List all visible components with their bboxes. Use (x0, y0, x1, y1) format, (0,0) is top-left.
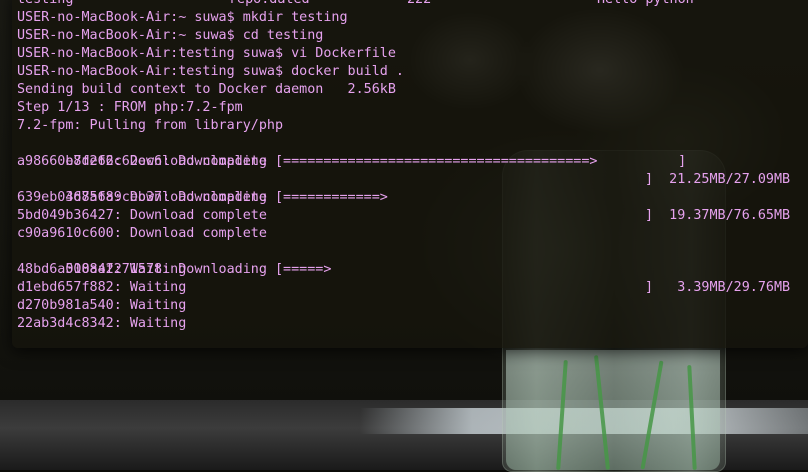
layer-line: 22ab3d4c8342: Waiting (17, 316, 187, 331)
layer-progress-text: b8f262c62ec6: Downloading [=============… (65, 154, 687, 169)
layer-progress-tail: ] 3.39MB/29.76MB (645, 280, 791, 295)
partial-text-4: Hello python (597, 0, 694, 9)
layer-line: d1ebd657f882: Waiting (17, 280, 187, 295)
terminal-line: 7.2-fpm: Pulling from library/php (17, 118, 284, 133)
terminal-line: Sending build context to Docker daemon 2… (17, 82, 396, 97)
partial-text-2: repo.dated (229, 0, 310, 9)
layer-progress-tail: ] 19.37MB/76.65MB (645, 208, 791, 223)
layer-line: c90a9610c600: Download complete (17, 226, 267, 241)
terminal-line: USER-no-MacBook-Air:testing suwa$ docker… (17, 64, 404, 79)
layer-progress-text: 508a42271578: Downloading [=====> (65, 262, 332, 277)
terminal-line: USER-no-MacBook-Air:~ suwa$ cd testing (17, 28, 324, 43)
terminal-line: USER-no-MacBook-Air:testing suwa$ vi Doc… (17, 46, 396, 61)
layer-progress-text: 4d75689ceb37: Downloading [============> (65, 190, 388, 205)
layer-line: d270b981a540: Waiting (17, 298, 187, 313)
layer-line: 508a42271578: Downloading [=====> ] 3.39… (17, 243, 790, 295)
layer-line: 4d75689ceb37: Downloading [============>… (17, 171, 790, 223)
partial-text-1: testing (17, 0, 73, 9)
terminal-line: Step 1/13 : FROM php:7.2-fpm (17, 100, 243, 115)
terminal-line: USER-no-MacBook-Air:~ suwa$ mkdir testin… (17, 10, 348, 25)
terminal-output: testing repo.dated 222 Hello python USER… (17, 0, 790, 333)
terminal-window[interactable]: testing repo.dated 222 Hello python USER… (12, 0, 808, 348)
partial-text-3: 222 (407, 0, 431, 9)
layer-line: b8f262c62ec6: Downloading [=============… (17, 135, 790, 187)
terminal-line-partial: testing repo.dated 222 Hello python (17, 0, 694, 9)
layer-line: 5bd049b36427: Download complete (17, 208, 267, 223)
